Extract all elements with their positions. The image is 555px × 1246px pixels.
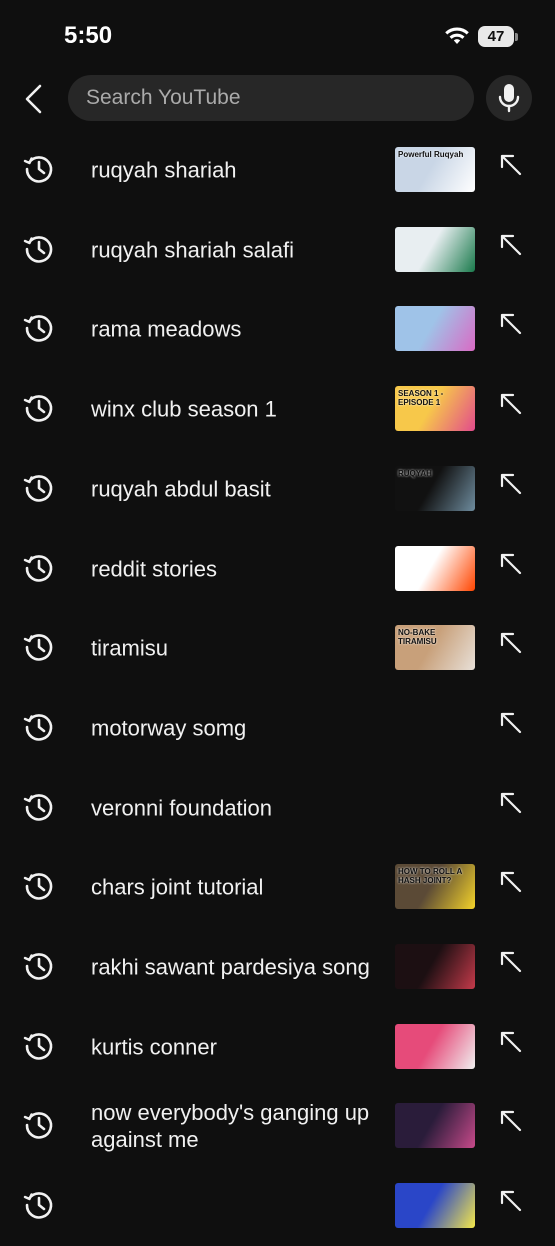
history-icon — [22, 1108, 56, 1142]
voice-search-button[interactable] — [486, 75, 532, 121]
suggestion-row[interactable] — [0, 1166, 555, 1246]
fill-query-arrow-icon[interactable] — [498, 232, 524, 258]
history-icon — [22, 790, 56, 824]
fill-query-arrow-icon[interactable] — [498, 551, 524, 577]
suggestion-thumbnail[interactable] — [395, 226, 475, 272]
suggestion-thumbnail[interactable] — [395, 1183, 475, 1229]
suggestion-row[interactable]: reddit stories — [0, 529, 555, 609]
suggestion-thumbnail[interactable] — [395, 1023, 475, 1069]
suggestion-label: tiramisu — [91, 635, 169, 661]
suggestion-thumbnail[interactable]: RUQYAH — [395, 465, 475, 511]
thumbnail-caption: NO-BAKE TIRAMISU — [398, 628, 437, 647]
suggestion-label: winx club season 1 — [91, 396, 277, 422]
history-icon — [22, 471, 56, 505]
history-icon — [22, 949, 56, 983]
fill-query-arrow-icon[interactable] — [498, 471, 524, 497]
suggestion-label: ruqyah shariah — [91, 157, 237, 183]
suggestion-label: ruqyah abdul basit — [91, 476, 271, 502]
suggestion-label: now everybody's ganging up against me — [91, 1100, 370, 1153]
thumbnail-caption: HOW TO ROLL A HASH JOINT? — [398, 867, 462, 886]
suggestion-label: kurtis conner — [91, 1034, 217, 1060]
fill-query-arrow-icon[interactable] — [498, 869, 524, 895]
thumbnail-caption: SEASON 1 - EPISODE 1 — [398, 389, 444, 408]
fill-query-arrow-icon[interactable] — [498, 152, 524, 178]
history-icon — [22, 152, 56, 186]
suggestion-row[interactable]: kurtis conner — [0, 1007, 555, 1087]
fill-query-arrow-icon[interactable] — [498, 630, 524, 656]
wifi-icon — [445, 27, 469, 44]
fill-query-arrow-icon[interactable] — [498, 949, 524, 975]
fill-query-arrow-icon[interactable] — [498, 790, 524, 816]
battery-nub — [515, 33, 518, 41]
history-icon — [22, 232, 56, 266]
history-icon — [22, 391, 56, 425]
history-icon — [22, 1029, 56, 1063]
suggestion-label: reddit stories — [91, 556, 217, 581]
suggestion-row[interactable]: ruqyah abdul basit RUQYAH — [0, 449, 555, 529]
status-bar: 5:50 47 — [0, 0, 555, 70]
thumbnail-caption: RUQYAH — [398, 468, 432, 478]
battery-indicator: 47 — [478, 26, 514, 47]
suggestion-thumbnail[interactable] — [395, 545, 475, 591]
fill-query-arrow-icon[interactable] — [498, 1188, 524, 1214]
suggestion-row[interactable]: rama meadows — [0, 289, 555, 369]
fill-query-arrow-icon[interactable] — [498, 1108, 524, 1134]
suggestion-label: veronni foundation — [91, 795, 273, 821]
suggestion-row[interactable]: chars joint tutorial HOW TO ROLL A HASH J… — [0, 847, 555, 927]
history-icon — [22, 551, 56, 585]
suggestion-row[interactable]: rakhi sawant pardesiya song — [0, 927, 555, 1007]
suggestion-row[interactable]: ruqyah shariah Powerful Ruqyah — [0, 130, 555, 210]
suggestion-label: motorway somg — [91, 715, 247, 741]
suggestion-thumbnail[interactable]: NO-BAKE TIRAMISU — [395, 625, 475, 671]
suggestion-thumbnail[interactable]: Powerful Ruqyah — [395, 147, 475, 192]
suggestion-thumbnail[interactable]: SEASON 1 - EPISODE 1 — [395, 386, 475, 432]
suggestion-row[interactable]: tiramisu NO-BAKE TIRAMISU — [0, 608, 555, 688]
history-icon — [22, 869, 56, 903]
suggestion-label: ruqyah shariah salafi — [91, 237, 295, 263]
suggestion-row[interactable]: ruqyah shariah salafi — [0, 210, 555, 290]
suggestion-row[interactable]: motorway somg — [0, 688, 555, 768]
suggestion-thumbnail[interactable] — [395, 1103, 475, 1149]
status-time: 5:50 — [64, 22, 113, 49]
fill-query-arrow-icon[interactable] — [498, 391, 524, 417]
history-icon — [22, 630, 56, 664]
suggestion-row[interactable]: winx club season 1 SEASON 1 - EPISODE 1 — [0, 369, 555, 449]
suggestion-thumbnail[interactable] — [395, 306, 475, 352]
search-bar — [0, 75, 555, 123]
fill-query-arrow-icon[interactable] — [498, 710, 524, 736]
suggestion-row[interactable]: now everybody's ganging up against me — [0, 1086, 555, 1166]
suggestion-label: chars joint tutorial — [91, 874, 264, 900]
suggestion-thumbnail[interactable] — [395, 944, 475, 989]
suggestion-thumbnail[interactable]: HOW TO ROLL A HASH JOINT? — [395, 864, 475, 910]
history-icon — [22, 311, 56, 345]
suggestion-label: rama meadows — [91, 316, 242, 342]
suggestion-label: rakhi sawant pardesiya song — [91, 954, 370, 980]
fill-query-arrow-icon[interactable] — [498, 1029, 524, 1055]
microphone-icon — [498, 84, 520, 113]
history-icon — [22, 1188, 56, 1222]
suggestion-row[interactable]: veronni foundation — [0, 768, 555, 848]
history-icon — [22, 710, 56, 744]
fill-query-arrow-icon[interactable] — [498, 311, 524, 337]
back-arrow-icon[interactable] — [20, 83, 50, 115]
thumbnail-caption: Powerful Ruqyah — [398, 150, 464, 159]
search-input[interactable] — [68, 75, 474, 121]
